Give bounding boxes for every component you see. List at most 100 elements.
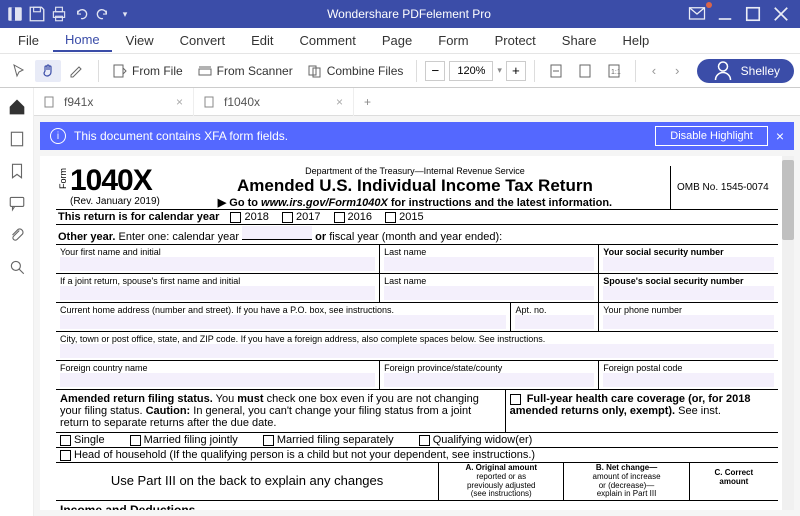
disable-highlight-button[interactable]: Disable Highlight xyxy=(655,126,768,146)
notification-icon[interactable] xyxy=(684,4,710,24)
from-scanner-button[interactable]: From Scanner xyxy=(192,60,298,82)
user-button[interactable]: Shelley xyxy=(697,59,794,83)
address-field[interactable] xyxy=(60,315,506,329)
fpostal-field[interactable] xyxy=(603,373,774,387)
fprov-label: Foreign province/state/county xyxy=(384,363,594,373)
checkbox-mfj[interactable] xyxy=(130,435,141,446)
tab-f1040x[interactable]: f1040x × xyxy=(194,88,354,116)
fprov-field[interactable] xyxy=(384,373,594,387)
ssn-label: Your social security number xyxy=(603,247,774,257)
checkbox-2018[interactable] xyxy=(230,212,241,223)
attachments-icon[interactable] xyxy=(8,226,26,244)
part3-label: Use Part III on the back to explain any … xyxy=(56,463,439,500)
menu-help[interactable]: Help xyxy=(611,30,662,51)
print-icon[interactable] xyxy=(50,5,68,23)
titlebar: ▾ Wondershare PDFelement Pro xyxy=(0,0,800,28)
new-tab-button[interactable]: + xyxy=(354,95,381,109)
from-file-label: From File xyxy=(132,64,183,78)
apt-field[interactable] xyxy=(515,315,594,329)
department-line: Department of the Treasury—Internal Reve… xyxy=(168,166,662,176)
comments-icon[interactable] xyxy=(8,194,26,212)
city-field[interactable] xyxy=(60,344,774,358)
checkbox-health[interactable] xyxy=(510,394,521,405)
bookmarks-icon[interactable] xyxy=(8,162,26,180)
fcountry-field[interactable] xyxy=(60,373,375,387)
fit-page-button[interactable] xyxy=(572,60,598,82)
spouse-ssn-field[interactable] xyxy=(603,286,774,300)
form-number: 1040X xyxy=(70,166,160,196)
home-icon[interactable] xyxy=(8,98,26,116)
phone-label: Your phone number xyxy=(603,305,774,315)
undo-icon[interactable] xyxy=(72,5,90,23)
zoom-input[interactable] xyxy=(449,61,493,81)
tab-label: f941x xyxy=(64,95,93,109)
scrollbar-thumb[interactable] xyxy=(782,160,794,240)
zoom-in-button[interactable]: + xyxy=(506,61,526,81)
vertical-scrollbar[interactable] xyxy=(782,156,794,510)
maximize-icon[interactable] xyxy=(740,4,766,24)
from-file-button[interactable]: From File xyxy=(107,60,188,82)
cal-year-field[interactable] xyxy=(242,226,312,240)
first-name-field[interactable] xyxy=(60,257,375,271)
close-icon[interactable] xyxy=(768,4,794,24)
minimize-icon[interactable] xyxy=(712,4,738,24)
prev-page-button[interactable]: ‹ xyxy=(644,61,664,81)
menu-protect[interactable]: Protect xyxy=(483,30,548,51)
zoom-out-button[interactable]: − xyxy=(425,61,445,81)
last-name-field[interactable] xyxy=(384,257,594,271)
menu-home[interactable]: Home xyxy=(53,29,112,52)
tab-f941x[interactable]: f941x × xyxy=(34,88,194,116)
chevron-down-icon[interactable]: ▾ xyxy=(116,5,134,23)
document-viewport[interactable]: Form 1040X (Rev. January 2019) Departmen… xyxy=(40,156,794,510)
menu-form[interactable]: Form xyxy=(426,30,480,51)
actual-size-button[interactable]: 1:1 xyxy=(601,60,627,82)
search-icon[interactable] xyxy=(8,258,26,276)
fcountry-label: Foreign country name xyxy=(60,363,375,373)
doc-icon xyxy=(204,96,216,108)
checkbox-mfs[interactable] xyxy=(263,435,274,446)
hand-tool[interactable] xyxy=(35,60,61,82)
redo-icon[interactable] xyxy=(94,5,112,23)
xfa-banner: i This document contains XFA form fields… xyxy=(40,122,794,150)
edit-tool[interactable] xyxy=(64,60,90,82)
spouse-last-field[interactable] xyxy=(384,286,594,300)
menu-edit[interactable]: Edit xyxy=(239,30,285,51)
checkbox-2017[interactable] xyxy=(282,212,293,223)
select-tool[interactable] xyxy=(6,60,32,82)
menu-comment[interactable]: Comment xyxy=(288,30,368,51)
form-word: Form xyxy=(56,166,70,191)
tab-label: f1040x xyxy=(224,95,260,109)
close-tab-icon[interactable]: × xyxy=(176,95,183,109)
address-label: Current home address (number and street)… xyxy=(60,305,506,315)
spouse-first-field[interactable] xyxy=(60,286,375,300)
pdf-page: Form 1040X (Rev. January 2019) Departmen… xyxy=(40,156,794,510)
app-title: Wondershare PDFelement Pro xyxy=(134,7,684,21)
logo-icon xyxy=(6,5,24,23)
close-tab-icon[interactable]: × xyxy=(336,95,343,109)
ssn-field[interactable] xyxy=(603,257,774,271)
combine-files-button[interactable]: Combine Files xyxy=(302,60,409,82)
checkbox-single[interactable] xyxy=(60,435,71,446)
user-icon xyxy=(711,59,735,83)
menubar: File Home View Convert Edit Comment Page… xyxy=(0,28,800,54)
menu-view[interactable]: View xyxy=(114,30,166,51)
menu-convert[interactable]: Convert xyxy=(168,30,238,51)
checkbox-qw[interactable] xyxy=(419,435,430,446)
fit-width-button[interactable] xyxy=(543,60,569,82)
menu-file[interactable]: File xyxy=(6,30,51,51)
window-controls xyxy=(684,4,794,24)
thumbnails-icon[interactable] xyxy=(8,130,26,148)
form-title: Amended U.S. Individual Income Tax Retur… xyxy=(168,176,662,196)
menu-page[interactable]: Page xyxy=(370,30,424,51)
banner-message: This document contains XFA form fields. xyxy=(74,129,288,143)
checkbox-2015[interactable] xyxy=(385,212,396,223)
close-banner-icon[interactable]: × xyxy=(776,128,784,144)
phone-field[interactable] xyxy=(603,315,774,329)
next-page-button[interactable]: › xyxy=(667,61,687,81)
save-icon[interactable] xyxy=(28,5,46,23)
checkbox-2016[interactable] xyxy=(334,212,345,223)
checkbox-hoh[interactable] xyxy=(60,450,71,461)
document-tabs: f941x × f1040x × + xyxy=(34,88,800,116)
menu-share[interactable]: Share xyxy=(550,30,609,51)
city-label: City, town or post office, state, and ZI… xyxy=(60,334,774,344)
